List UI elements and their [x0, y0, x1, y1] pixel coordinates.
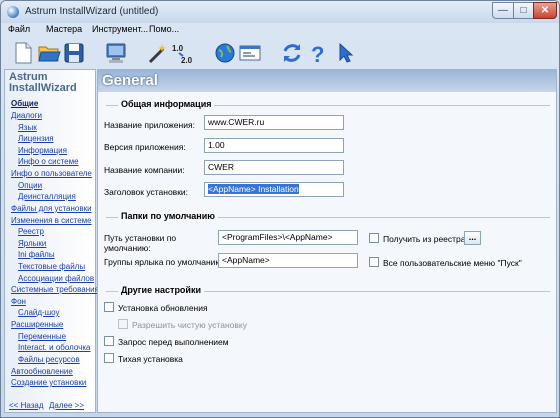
install-path-label: Путь установки по умолчанию:	[104, 233, 177, 253]
install-title-label: Заголовок установки:	[104, 187, 189, 197]
from-registry-checkbox[interactable]	[369, 233, 379, 243]
sidebar-item-shortcuts[interactable]: Ярлыки	[18, 239, 46, 248]
next-link[interactable]: Далее >>	[49, 401, 84, 410]
group-title-other-settings: Другие настройки	[118, 285, 205, 295]
toolbar: 1.0 2.0 ?	[1, 38, 559, 68]
sidebar-item-build-setup[interactable]: Создание установки	[11, 378, 86, 387]
sidebar-item-variables[interactable]: Переменные	[18, 332, 66, 341]
sidebar-item-system-requirements[interactable]: Системные требования	[11, 285, 99, 294]
shortcut-group-field[interactable]: <AppName>	[218, 253, 358, 268]
page-header: General	[98, 70, 556, 92]
install-path-field[interactable]: <ProgramFiles>\<AppName>	[218, 230, 358, 245]
back-link[interactable]: << Назад	[9, 401, 44, 410]
sidebar-item-dialogs[interactable]: Диалоги	[11, 111, 42, 120]
app-window: Astrum InstallWizard (untitled) — □ ✕ Фа…	[0, 0, 560, 418]
version-upgrade-icon[interactable]: 1.0 2.0	[171, 41, 195, 65]
save-disk-icon[interactable]	[62, 41, 86, 65]
globe-icon[interactable]	[213, 41, 237, 65]
settings-dialog-icon[interactable]	[238, 41, 262, 65]
menu-bar: Файл Мастера Инструмент... Помо...	[1, 23, 559, 37]
sidebar-item-advanced[interactable]: Расширенные	[11, 320, 63, 329]
title-bar: Astrum InstallWizard (untitled) — □ ✕	[1, 1, 559, 23]
silent-install-label: Тихая установка	[118, 354, 183, 364]
svg-text:1.0: 1.0	[172, 44, 184, 53]
svg-text:2.0: 2.0	[181, 56, 193, 65]
new-document-icon[interactable]	[11, 41, 35, 65]
version-label: Версия приложения:	[104, 142, 186, 152]
prompt-before-run-label: Запрос перед выполнением	[118, 337, 229, 347]
update-install-checkbox[interactable]	[104, 302, 114, 312]
page-title: General	[102, 72, 158, 89]
window-title: Astrum InstallWizard (untitled)	[25, 6, 159, 17]
sidebar-item-resource-files[interactable]: Файлы ресурсов	[18, 355, 80, 364]
maximize-button[interactable]: □	[513, 2, 534, 19]
refresh-icon[interactable]	[280, 41, 304, 65]
sidebar-item-language[interactable]: Язык	[18, 123, 37, 132]
install-title-field[interactable]: <AppName> Installation	[204, 182, 344, 197]
help-icon[interactable]: ?	[306, 41, 330, 67]
open-folder-icon[interactable]	[37, 41, 61, 65]
sidebar-item-user-info[interactable]: Инфо о пользователе	[11, 169, 92, 178]
magic-wand-icon[interactable]	[146, 41, 170, 65]
group-title-default-folders: Папки по умолчанию	[118, 211, 218, 221]
install-title-selection: <AppName> Installation	[208, 184, 299, 194]
browse-registry-button[interactable]: ...	[464, 231, 481, 245]
update-install-label: Установка обновления	[118, 303, 208, 313]
computer-icon[interactable]	[104, 41, 128, 65]
app-name-field[interactable]: www.CWER.ru	[204, 115, 344, 130]
prompt-before-run-checkbox[interactable]	[104, 336, 114, 346]
sidebar-item-uninstall[interactable]: Деинсталляция	[18, 192, 76, 201]
sidebar-item-install-files[interactable]: Файлы для установки	[11, 204, 92, 213]
menu-file[interactable]: Файл	[8, 24, 30, 34]
sidebar-item-general[interactable]: Общие	[11, 99, 38, 108]
cursor-icon[interactable]	[332, 41, 356, 65]
app-name-label: Название приложения:	[104, 120, 195, 130]
sidebar-item-text-files[interactable]: Текстовые файлы	[18, 262, 85, 271]
svg-text:?: ?	[311, 42, 324, 65]
allow-clean-install-label: Разрешить чистую установку	[132, 320, 247, 330]
sidebar-item-ini-files[interactable]: Ini файлы	[18, 250, 55, 259]
company-field[interactable]: CWER	[204, 160, 344, 175]
sidebar-item-information[interactable]: Информация	[18, 146, 67, 155]
menu-wizards[interactable]: Мастера	[46, 24, 82, 34]
sidebar-item-system-changes[interactable]: Изменения в системе	[11, 216, 92, 225]
sidebar-item-autoupdate[interactable]: Автообновление	[11, 367, 73, 376]
company-label: Название компании:	[104, 165, 185, 175]
menu-help[interactable]: Помо...	[149, 24, 179, 34]
sidebar-item-license[interactable]: Лицензия	[18, 134, 54, 143]
menu-tools[interactable]: Инструмент...	[92, 24, 148, 34]
sidebar-item-registry[interactable]: Реестр	[18, 227, 44, 236]
sidebar-item-background[interactable]: Фон	[11, 297, 26, 306]
all-users-start-menu-label: Все пользовательские меню "Пуск"	[383, 258, 522, 268]
sidebar: Astrum InstallWizard Общие Диалоги Язык …	[4, 69, 99, 413]
sidebar-title: Astrum InstallWizard	[9, 71, 77, 94]
sidebar-item-slideshow[interactable]: Слайд-шоу	[18, 308, 59, 317]
main-panel: General Общая информация Название прилож…	[97, 69, 557, 413]
group-title-general-info: Общая информация	[118, 99, 215, 109]
sidebar-item-interact-shell[interactable]: Interact. и оболочка	[18, 343, 90, 352]
sidebar-item-file-associations[interactable]: Ассоциации файлов	[18, 274, 94, 283]
from-registry-label: Получить из реестра	[383, 234, 466, 244]
minimize-button[interactable]: —	[492, 2, 514, 19]
sidebar-item-options[interactable]: Опции	[18, 181, 42, 190]
all-users-start-menu-checkbox[interactable]	[369, 257, 379, 267]
sidebar-item-system-info[interactable]: Инфо о системе	[18, 157, 79, 166]
shortcut-group-label: Группы ярлыка по умолчанию:	[104, 257, 225, 267]
allow-clean-install-checkbox[interactable]	[118, 319, 128, 329]
version-field[interactable]: 1.00	[204, 138, 344, 153]
app-logo-icon	[7, 6, 19, 18]
close-button[interactable]: ✕	[533, 2, 557, 19]
silent-install-checkbox[interactable]	[104, 353, 114, 363]
